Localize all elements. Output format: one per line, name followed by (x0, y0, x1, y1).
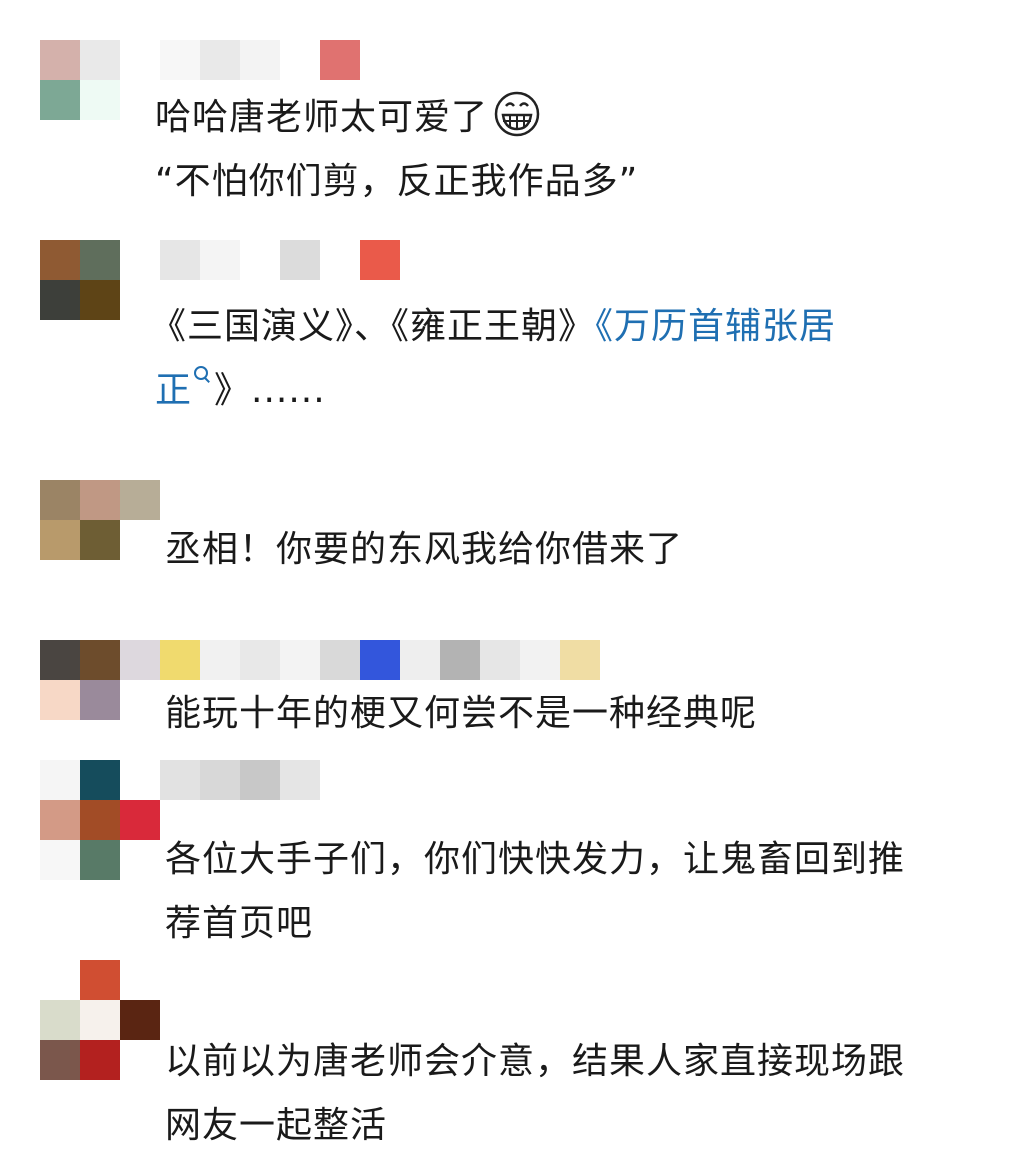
comment-text-line: 》...... (214, 370, 326, 411)
comment-text-line: “不怕你们剪，反正我作品多” (155, 161, 639, 202)
comment-text-line: 丞相！你要的东风我给你借来了 (165, 529, 684, 570)
comment-item: 哈哈唐老师太可爱了 “不怕你们剪，反正我作品多” (0, 0, 1024, 215)
comment-text-line: 《三国演义》、《雍正王朝》 (150, 306, 596, 347)
comment-text: 丞相！你要的东风我给你借来了 (165, 518, 683, 582)
search-link[interactable]: 《万历首辅张居 (595, 306, 836, 347)
comment-item: 以前以为唐老师会介意，结果人家直接现场跟 网友一起整活 (0, 960, 1024, 1156)
comment-text: 《三国演义》、《雍正王朝》《万历首辅张居 正》...... (150, 295, 836, 423)
comment-text-line: 能玩十年的梗又何尝不是一种经典呢 (165, 693, 758, 734)
grinning-face-icon (494, 91, 540, 137)
comment-text-line: 以前以为唐老师会介意，结果人家直接现场跟 (165, 1041, 906, 1082)
comment-text: 哈哈唐老师太可爱了 “不怕你们剪，反正我作品多” (155, 86, 638, 214)
search-icon[interactable] (194, 366, 210, 382)
comment-text-line: 各位大手子们，你们快快发力，让鬼畜回到推 (165, 839, 906, 880)
comment-item: 能玩十年的梗又何尝不是一种经典呢 (0, 630, 1024, 760)
comment-text-line: 哈哈唐老师太可爱了 (155, 97, 489, 138)
comment-item: 丞相！你要的东风我给你借来了 (0, 430, 1024, 630)
comment-text-line: 网友一起整活 (165, 1105, 388, 1146)
comment-text: 能玩十年的梗又何尝不是一种经典呢 (165, 682, 757, 746)
comment-item: 《三国演义》、《雍正王朝》《万历首辅张居 正》...... (0, 215, 1024, 430)
comment-item: 各位大手子们，你们快快发力，让鬼畜回到推 荐首页吧 (0, 760, 1024, 960)
search-link[interactable]: 正 (155, 370, 192, 411)
comment-text: 以前以为唐老师会介意，结果人家直接现场跟 网友一起整活 (165, 1030, 905, 1158)
comment-text: 各位大手子们，你们快快发力，让鬼畜回到推 荐首页吧 (165, 828, 905, 956)
comment-text-line: 荐首页吧 (165, 903, 314, 944)
